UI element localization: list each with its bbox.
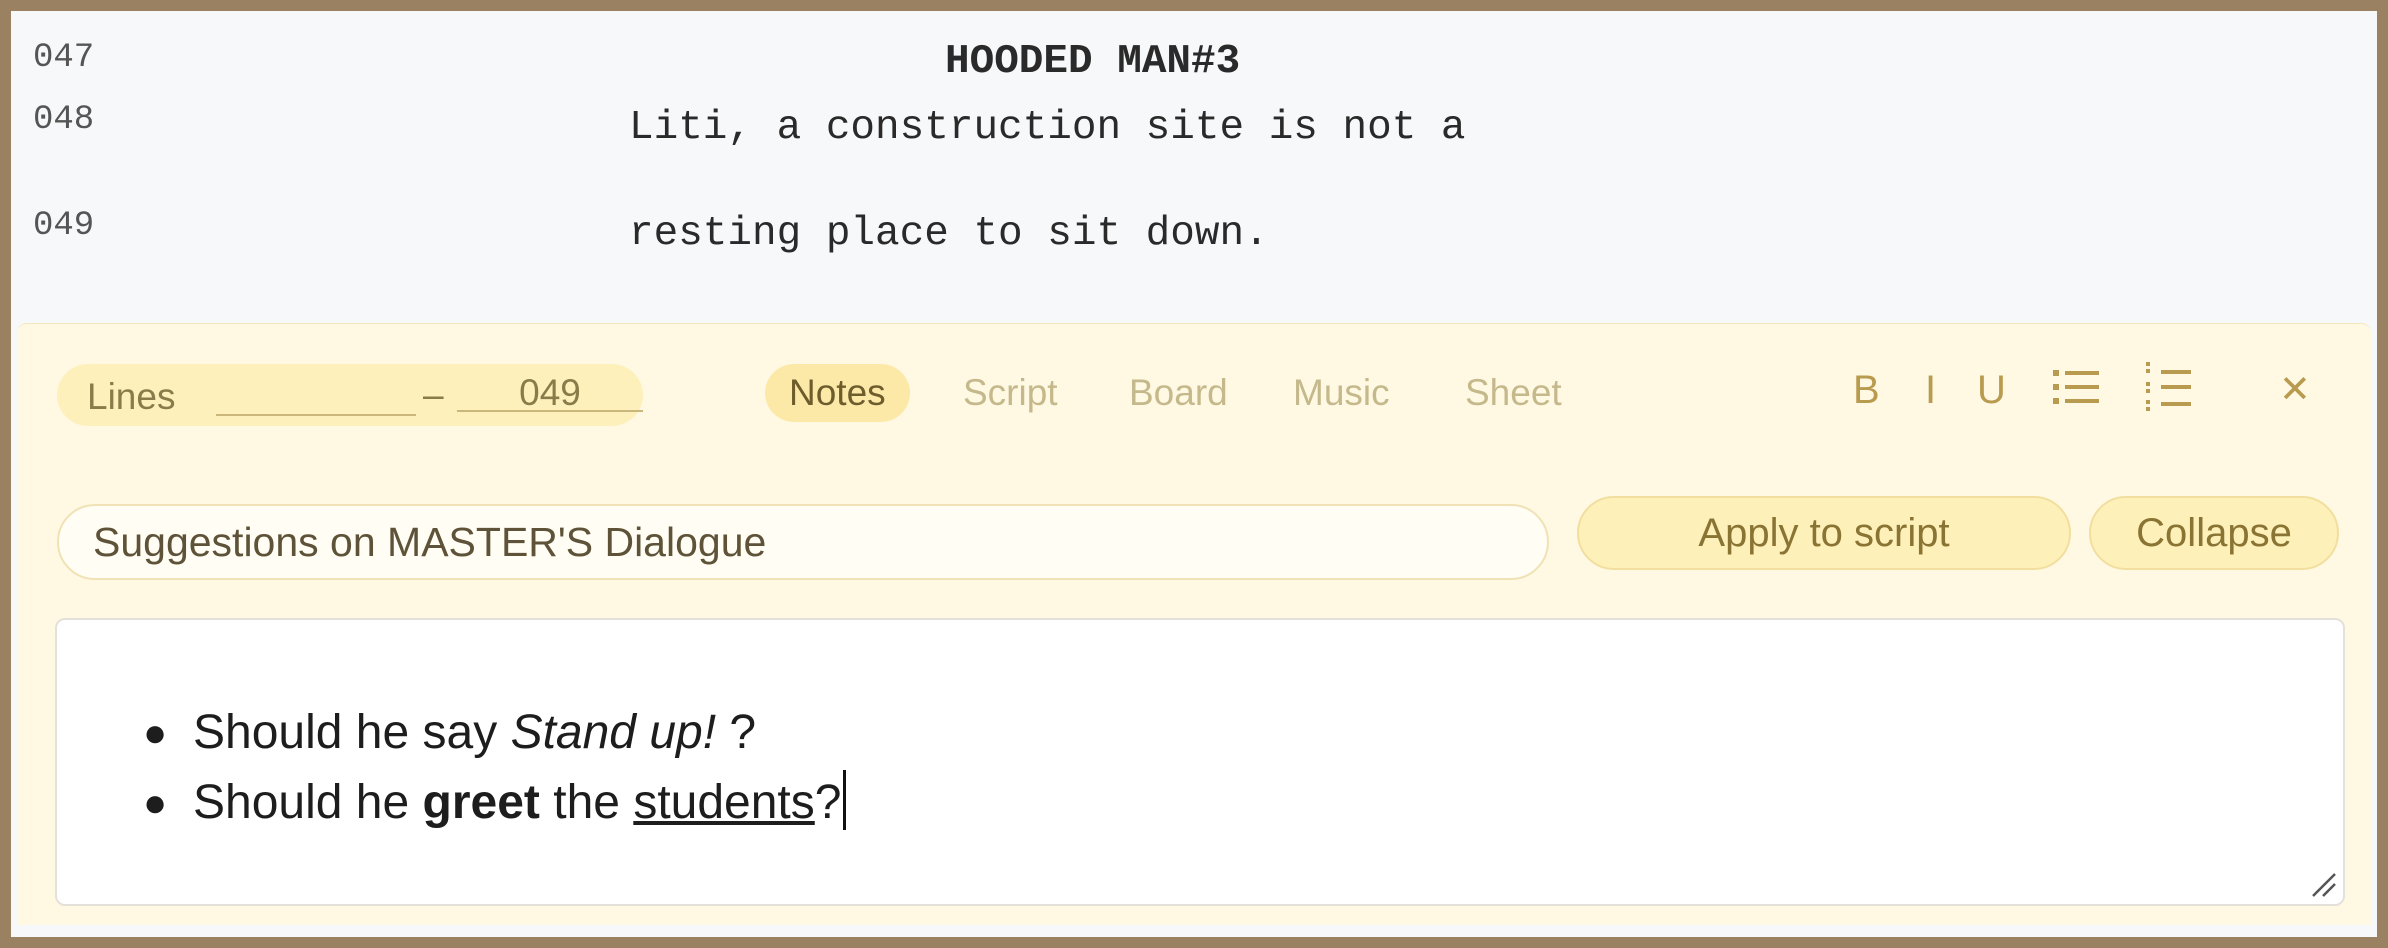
note-bold-text: greet [422, 776, 540, 829]
text-caret [843, 770, 847, 830]
numbered-list-icon-graphic [2146, 362, 2191, 411]
tab-music[interactable]: Music [1269, 364, 1414, 422]
app-frame: 047 HOODED MAN#3 048 Liti, a constructio… [0, 0, 2388, 948]
note-text: ? [716, 706, 757, 759]
bullet-list-icon-graphic [2053, 370, 2099, 404]
notes-panel: Lines – 049 Notes Script Board Music She… [17, 323, 2371, 925]
line-number: 047 [33, 39, 95, 77]
dialogue-text: Liti, a construction site is not a [629, 105, 1466, 151]
character-name: HOODED MAN#3 [945, 39, 1241, 85]
line-number: 048 [33, 101, 95, 139]
script-line[interactable]: 047 HOODED MAN#3 [11, 39, 2377, 99]
bullet-icon: ● [143, 781, 168, 825]
notes-editor[interactable]: ● Should he say Stand up! ? ● Should he gr… [55, 618, 2345, 906]
script-area: 047 HOODED MAN#3 048 Liti, a constructio… [11, 11, 2377, 311]
note-italic-text: Stand up! [510, 706, 717, 759]
tab-sheet[interactable]: Sheet [1441, 364, 1586, 422]
line-number: 049 [33, 207, 95, 245]
lines-separator: – [423, 374, 444, 415]
italic-button[interactable]: I [1925, 362, 1936, 418]
script-line[interactable]: 048 Liti, a construction site is not a [11, 101, 2377, 161]
note-text: the [539, 776, 634, 829]
apply-to-script-button[interactable]: Apply to script [1577, 496, 2071, 570]
bold-button[interactable]: B [1853, 362, 1880, 418]
note-text: Should he say [193, 706, 511, 759]
lines-label: Lines [87, 376, 176, 417]
dialogue-text: resting place to sit down. [629, 211, 1269, 257]
notes-list: ● Should he say Stand up! ? ● Should he gr… [143, 698, 847, 838]
bullet-icon: ● [143, 711, 168, 755]
close-icon[interactable]: ✕ [2279, 362, 2311, 418]
resize-handle-icon[interactable] [2307, 868, 2337, 898]
script-line[interactable]: 049 resting place to sit down. [11, 207, 2377, 267]
tab-notes[interactable]: Notes [765, 364, 910, 422]
list-item[interactable]: ● Should he say Stand up! ? [143, 698, 846, 768]
lines-from-field[interactable] [216, 382, 416, 416]
lines-to-field[interactable]: 049 [457, 372, 643, 413]
bullet-list-icon[interactable] [2051, 362, 2103, 418]
tab-script[interactable]: Script [939, 364, 1082, 422]
numbered-list-icon[interactable] [2143, 358, 2199, 414]
note-subject-input[interactable] [57, 504, 1549, 580]
tab-board[interactable]: Board [1105, 364, 1252, 422]
collapse-button[interactable]: Collapse [2089, 496, 2339, 570]
lines-range: Lines – 049 [57, 364, 643, 426]
note-underlined-text: students [633, 776, 815, 829]
note-text: Should he [193, 776, 423, 829]
list-item[interactable]: ● Should he greet the students? [143, 768, 847, 838]
note-text: ? [814, 776, 842, 829]
underline-button[interactable]: U [1977, 362, 2006, 418]
